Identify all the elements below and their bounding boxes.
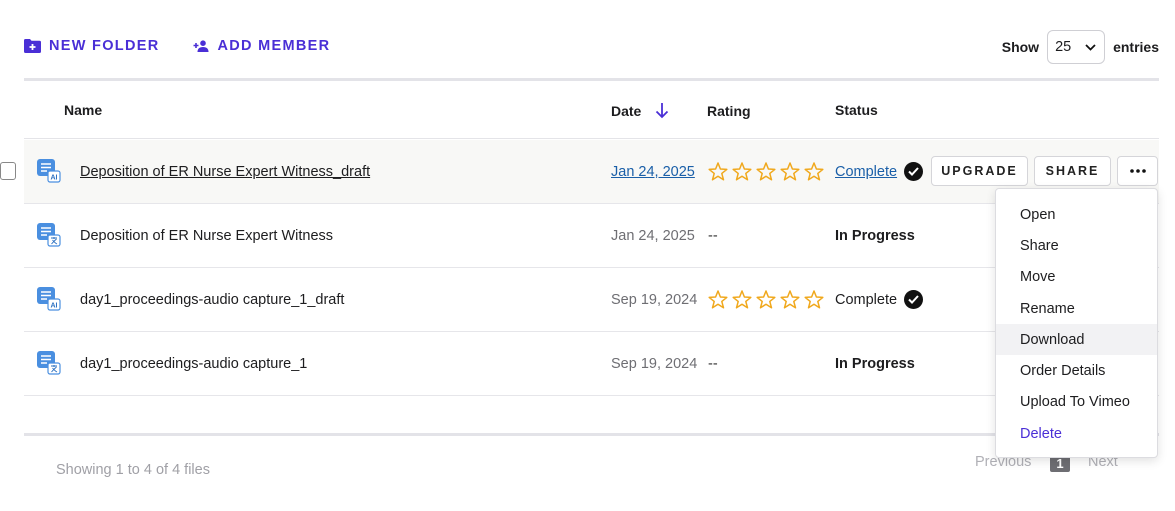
menu-item-delete[interactable]: Delete — [996, 418, 1157, 449]
file-name[interactable]: Deposition of ER Nurse Expert Witness — [80, 204, 333, 267]
menu-item-move[interactable]: Move — [996, 262, 1157, 293]
menu-item-order-details[interactable]: Order Details — [996, 355, 1157, 386]
file-name-link[interactable]: Deposition of ER Nurse Expert Witness_dr… — [80, 140, 370, 203]
row-checkbox[interactable] — [0, 162, 16, 180]
more-horizontal-icon — [1129, 169, 1146, 173]
star-rating[interactable] — [708, 268, 824, 331]
star-outline-icon[interactable] — [708, 162, 728, 181]
menu-item-download[interactable]: Download — [996, 324, 1157, 356]
file-date: Jan 24, 2025 — [611, 227, 695, 244]
ai-transcript-icon: AI — [37, 159, 61, 183]
star-outline-icon[interactable] — [756, 290, 776, 309]
ai-transcript-icon: AI — [37, 287, 61, 311]
add-member-label: ADD MEMBER — [217, 38, 331, 54]
new-folder-label: NEW FOLDER — [49, 38, 160, 54]
showing-info: Showing 1 to 4 of 4 files — [56, 462, 210, 478]
entries-control: Show 25 entries — [1002, 30, 1159, 64]
row-actions-menu: Open Share Move Rename Download Order De… — [995, 188, 1158, 458]
status-link[interactable]: Complete — [835, 164, 897, 180]
translate-transcript-icon — [37, 351, 61, 375]
table-row[interactable]: day1_proceedings-audio capture_1 Sep 19,… — [24, 332, 1159, 396]
star-outline-icon[interactable] — [804, 290, 824, 309]
file-date: Sep 19, 2024 — [611, 355, 698, 372]
toolbar: NEW FOLDER ADD MEMBER — [24, 38, 330, 54]
file-name[interactable]: day1_proceedings-audio capture_1_draft — [80, 268, 344, 331]
star-outline-icon[interactable] — [732, 290, 752, 309]
star-outline-icon[interactable] — [732, 162, 752, 181]
menu-item-share[interactable]: Share — [996, 230, 1157, 261]
star-outline-icon[interactable] — [780, 290, 800, 309]
add-member-button[interactable]: ADD MEMBER — [193, 38, 330, 54]
star-outline-icon[interactable] — [756, 162, 776, 181]
entries-suffix: entries — [1113, 39, 1159, 55]
table-row[interactable]: Deposition of ER Nurse Expert Witness Ja… — [24, 204, 1159, 268]
star-outline-icon[interactable] — [780, 162, 800, 181]
check-circle-icon — [904, 162, 924, 181]
star-rating-stars — [708, 162, 824, 181]
more-actions-button[interactable] — [1117, 156, 1158, 186]
status-cell: Complete — [835, 268, 924, 331]
star-outline-icon[interactable] — [708, 290, 728, 309]
table-top-divider — [24, 78, 1159, 81]
table-bottom-divider — [24, 433, 1159, 436]
entries-value: 25 — [1055, 39, 1072, 55]
translate-transcript-icon — [37, 223, 61, 247]
header-divider — [24, 138, 1159, 139]
file-date-link[interactable]: Jan 24, 2025 — [611, 140, 695, 203]
upgrade-button[interactable]: UPGRADE — [931, 156, 1028, 186]
star-rating-stars — [708, 290, 824, 309]
status-text: In Progress — [835, 355, 915, 372]
menu-item-open[interactable]: Open — [996, 199, 1157, 230]
table-row[interactable]: AI day1_proceedings-audio capture_1_draf… — [24, 268, 1159, 332]
column-header-date[interactable]: Date — [611, 102, 669, 119]
check-circle-icon — [904, 290, 924, 309]
status-text: Complete — [835, 291, 898, 308]
column-header-rating[interactable]: Rating — [707, 103, 751, 119]
rating-empty: -- — [708, 355, 718, 372]
star-rating[interactable] — [708, 140, 824, 203]
status-text: In Progress — [835, 227, 915, 244]
menu-item-rename[interactable]: Rename — [996, 293, 1157, 324]
entries-select[interactable]: 25 — [1047, 30, 1106, 64]
menu-item-upload-to-vimeo[interactable]: Upload To Vimeo — [996, 387, 1157, 418]
folder-plus-icon — [24, 39, 41, 53]
share-button[interactable]: SHARE — [1034, 156, 1111, 186]
arrow-down-icon — [656, 103, 669, 119]
file-date: Sep 19, 2024 — [611, 291, 698, 308]
svg-text:AI: AI — [51, 303, 58, 310]
column-header-date-label: Date — [611, 102, 642, 119]
show-label: Show — [1001, 39, 1040, 55]
new-folder-button[interactable]: NEW FOLDER — [24, 38, 159, 54]
column-header-name[interactable]: Name — [64, 102, 102, 118]
person-add-icon — [193, 40, 209, 52]
status-cell: Complete — [835, 140, 924, 203]
star-outline-icon[interactable] — [804, 162, 824, 181]
file-name[interactable]: day1_proceedings-audio capture_1 — [80, 332, 307, 395]
rating-empty: -- — [708, 227, 718, 244]
column-header-status[interactable]: Status — [835, 102, 878, 118]
svg-text:AI: AI — [51, 175, 58, 182]
chevron-down-icon — [1085, 43, 1096, 51]
